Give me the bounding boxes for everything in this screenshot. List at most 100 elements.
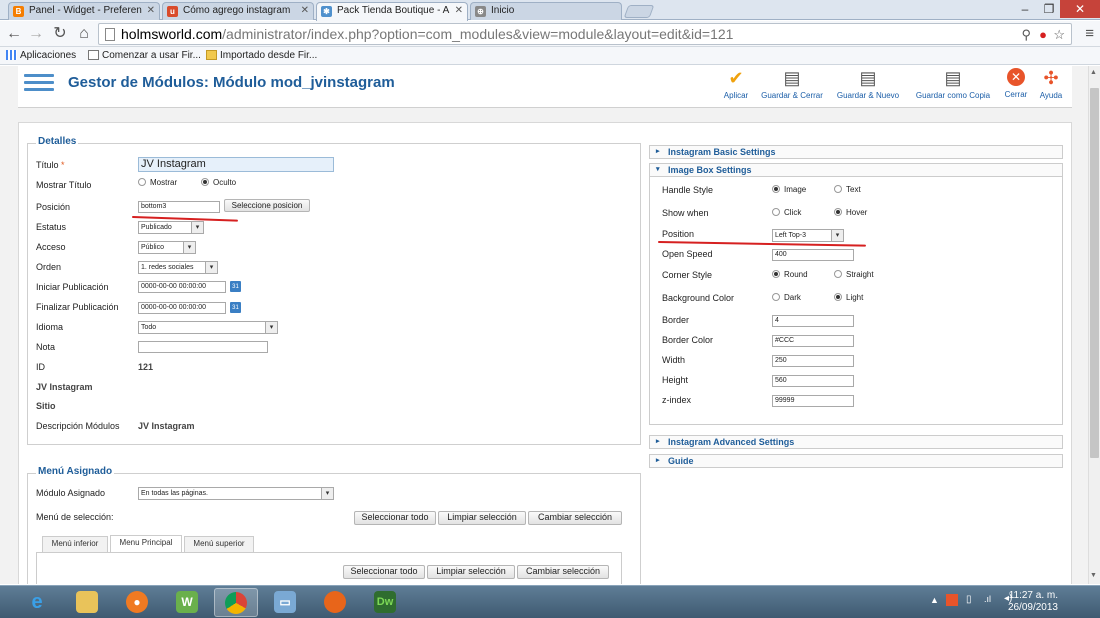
select-all-button[interactable]: Seleccionar todo [343,565,425,579]
save-close-button[interactable]: ▤ Guardar & Cerrar [758,68,826,100]
taskbar-ie[interactable]: e [16,588,60,617]
calendar-icon[interactable]: 31 [230,281,241,292]
tab-inicio[interactable]: ⊕ Inicio [470,2,622,20]
tab-menu-principal[interactable]: Menu Principal [110,535,182,552]
show-hover-radio[interactable]: Hover [834,208,867,217]
taskbar-firefox[interactable] [314,588,358,617]
clear-selection-button[interactable]: Limpiar selección [438,511,526,525]
star-icon[interactable]: ☆ [1053,27,1065,43]
bookmark-importado[interactable]: Importado desde Fir... [206,49,317,62]
extension-icon[interactable]: ● [1039,27,1047,43]
bg-dark-radio[interactable]: Dark [772,293,801,302]
tab-menu-superior[interactable]: Menú superior [184,536,254,552]
minimize-button[interactable]: – [1012,0,1038,18]
handle-text-radio[interactable]: Text [834,185,861,194]
bg-light-radio[interactable]: Light [834,293,863,302]
system-clock[interactable]: 11:27 a. m. 26/09/2013 [1008,590,1058,614]
taskbar-explorer[interactable] [66,588,110,617]
save-new-button[interactable]: ▤ Guardar & Nuevo [834,68,902,100]
back-arrow-icon[interactable]: ← [4,24,24,44]
bookmark-comenzar[interactable]: Comenzar a usar Fir... [88,49,201,62]
tray-app-icon[interactable] [946,594,958,606]
restore-button[interactable]: ❐ [1036,0,1062,18]
hide-title-radio[interactable]: Oculto [201,178,236,187]
position-input[interactable]: bottom3 [138,201,220,213]
height-input[interactable]: 560 [772,375,854,387]
position-select[interactable]: Left Top-3 ▾ [772,229,844,242]
open-speed-input[interactable]: 400 [772,249,854,261]
close-icon[interactable]: ✕ [455,3,463,19]
tray-expand-icon[interactable]: ▲ [930,595,939,605]
finish-publish-input[interactable]: 0000-00-00 00:00:00 [138,302,226,314]
toggle-selection-button[interactable]: Cambiar selección [528,511,622,525]
reload-icon[interactable]: ↻ [50,24,70,44]
tab-panel-widget[interactable]: B Panel - Widget - Preferen ✕ [8,2,160,20]
corner-straight-radio[interactable]: Straight [834,270,874,279]
order-select[interactable]: 1. redes sociales ▾ [138,261,218,274]
corner-round-radio[interactable]: Round [772,270,808,279]
handle-image-radio[interactable]: Image [772,185,806,194]
status-value: Publicado [141,224,172,231]
assign-select[interactable]: En todas las páginas. ▾ [138,487,334,500]
close-button[interactable]: ✕ Cerrar [1000,68,1032,99]
close-icon[interactable]: ✕ [147,3,155,19]
access-select[interactable]: Público ▾ [138,241,196,254]
required-mark: * [61,160,65,170]
accordion-title: Instagram Advanced Settings [668,437,795,447]
bookmark-apps[interactable]: Aplicaciones [6,49,76,62]
start-publish-input[interactable]: 0000-00-00 00:00:00 [138,281,226,293]
address-bar[interactable]: holmsworld.com/administrator/index.php?o… [98,23,1072,45]
page-scrollbar[interactable]: ▲ ▼ [1088,66,1100,584]
status-select[interactable]: Publicado ▾ [138,221,204,234]
taskbar-dreamweaver[interactable]: Dw [364,588,408,617]
chevron-down-icon: ▾ [831,230,843,241]
signal-icon[interactable]: .ıl [984,594,991,604]
select-all-button[interactable]: Seleccionar todo [354,511,436,525]
select-position-button[interactable]: Seleccione posicion [224,199,310,212]
close-icon[interactable]: ✕ [301,3,309,19]
show-title-radio[interactable]: Mostrar [138,178,177,187]
page-icon [88,50,99,60]
home-icon[interactable]: ⌂ [74,24,94,44]
scroll-down-icon[interactable]: ▼ [1090,572,1097,579]
instagram-advanced-settings-header[interactable]: ▸ Instagram Advanced Settings [649,435,1063,449]
forward-arrow-icon[interactable]: → [26,24,46,44]
save-copy-button[interactable]: ▤ Guardar como Copia [910,68,996,100]
bookmark-label: Comenzar a usar Fir... [102,50,201,61]
width-input[interactable]: 250 [772,355,854,367]
new-tab-button[interactable] [623,5,655,18]
tab-como-agrego[interactable]: u Cómo agrego instagram ✕ [162,2,314,20]
show-click-radio[interactable]: Click [772,208,801,217]
scroll-thumb[interactable] [1090,88,1099,458]
url-domain: holmsworld.com [121,26,223,42]
zoom-icon[interactable]: ⚲ [1021,27,1031,43]
language-select[interactable]: Todo ▾ [138,321,278,334]
tab-menu-inferior[interactable]: Menú inferior [42,536,108,552]
guide-header[interactable]: ▸ Guide [649,454,1063,468]
note-input[interactable] [138,341,268,353]
window-close-button[interactable]: ✕ [1060,0,1100,18]
tab-pack-tienda[interactable]: ✱ Pack Tienda Boutique - A ✕ [316,2,468,21]
calendar-icon[interactable]: 31 [230,302,241,313]
battery-icon[interactable]: ▯ [966,594,972,605]
taskbar-media[interactable]: ● [116,588,160,617]
scroll-up-icon[interactable]: ▲ [1090,69,1097,76]
help-button[interactable]: ✣ Ayuda [1036,68,1066,100]
chevron-down-icon: ▾ [265,322,277,333]
taskbar-word[interactable]: W [166,588,210,617]
toggle-selection-button[interactable]: Cambiar selección [517,565,609,579]
apply-button[interactable]: ✔ Aplicar [714,68,758,100]
image-box-settings-header[interactable]: ▾ Image Box Settings [649,163,1063,177]
url-text[interactable]: holmsworld.com/administrator/index.php?o… [121,26,733,43]
order-label: Orden [36,262,62,272]
border-color-input[interactable]: #CCC [772,335,854,347]
taskbar-chrome[interactable] [214,588,258,617]
taskbar-monitor[interactable]: ▭ [264,588,308,617]
instagram-basic-settings-header[interactable]: ▸ Instagram Basic Settings [649,145,1063,159]
apps-icon [6,50,17,60]
border-input[interactable]: 4 [772,315,854,327]
zindex-input[interactable]: 99999 [772,395,854,407]
clear-selection-button[interactable]: Limpiar selección [427,565,515,579]
menu-icon[interactable]: ≡ [1085,25,1094,42]
title-input[interactable]: JV Instagram [138,157,334,172]
